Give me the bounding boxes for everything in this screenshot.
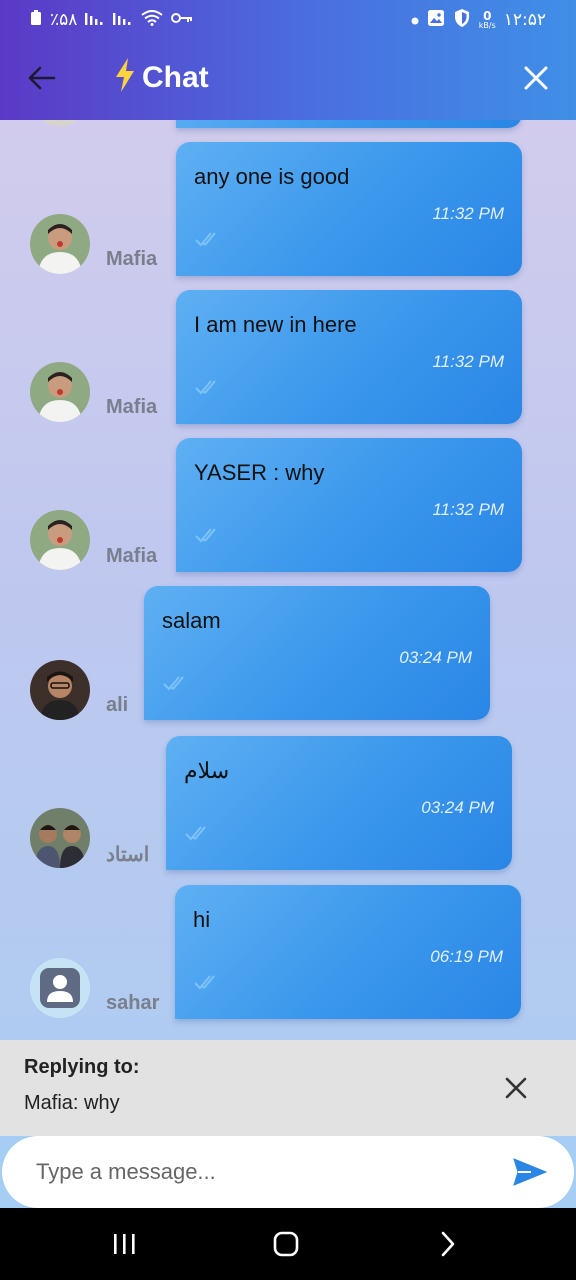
send-button[interactable]	[508, 1152, 552, 1192]
composer	[0, 1136, 576, 1208]
message-text: hi	[193, 907, 211, 932]
message-text: salam	[162, 608, 221, 633]
back-nav-button[interactable]	[428, 1226, 468, 1262]
avatar-default[interactable]	[30, 958, 90, 1018]
message-time: 11:32 PM	[432, 204, 504, 223]
reply-text: Mafia: why	[24, 1092, 120, 1114]
double-check-icon	[195, 232, 216, 247]
battery-icon	[30, 9, 42, 31]
status-time: ۱۲:۵۲	[503, 10, 546, 30]
sender-name: ali	[106, 694, 129, 716]
status-bar: ٪۵۸ 0 kB/s ۱۲:۵۲	[0, 0, 576, 40]
recents-button[interactable]	[104, 1226, 144, 1262]
double-check-icon	[195, 528, 216, 543]
avatar-ostad[interactable]	[30, 808, 90, 868]
gallery-icon	[427, 9, 445, 32]
status-left: ٪۵۸	[30, 9, 193, 31]
back-button[interactable]	[22, 58, 62, 98]
sender-name: Mafia	[106, 396, 158, 418]
message-time: 03:24 PM	[421, 798, 494, 817]
double-check-icon	[163, 676, 184, 691]
message-input[interactable]	[36, 1150, 476, 1194]
message-input-container	[2, 1136, 574, 1208]
avatar-ali[interactable]	[30, 660, 90, 720]
app-bar: Chat	[0, 44, 576, 112]
cancel-reply-button[interactable]	[496, 1068, 536, 1108]
top-bar: ٪۵۸ 0 kB/s ۱۲:۵۲ Chat	[0, 0, 576, 120]
avatar-mafia[interactable]	[30, 214, 90, 274]
key-icon	[171, 10, 193, 30]
message-list[interactable]: any one is good 11:32 PM Mafia I am new …	[0, 120, 576, 1040]
send-icon	[513, 1158, 547, 1186]
double-check-icon	[185, 826, 206, 841]
signal-icon	[85, 10, 105, 31]
net-speed: 0 kB/s	[478, 10, 496, 30]
message-text: سلام	[184, 758, 230, 783]
double-check-icon	[195, 380, 216, 395]
avatar-mafia[interactable]	[30, 362, 90, 422]
message-bubble[interactable]: I am new in here 11:32 PM	[176, 290, 522, 424]
message-time: 11:32 PM	[432, 500, 504, 519]
chevron-right-icon	[441, 1231, 455, 1257]
reply-preview: Replying to: Mafia: why	[0, 1040, 576, 1136]
message-text: any one is good	[194, 164, 350, 189]
message-text: I am new in here	[194, 312, 357, 337]
sender-name: استاد	[106, 844, 150, 866]
status-right: 0 kB/s ۱۲:۵۲	[411, 8, 546, 33]
recents-icon	[114, 1234, 135, 1254]
message-bubble[interactable]: any one is good 11:32 PM	[176, 142, 522, 276]
page-title-wrap: Chat	[114, 58, 209, 98]
message-bubble[interactable]: hi 06:19 PM	[175, 885, 521, 1019]
sender-name: Mafia	[106, 248, 158, 270]
arrow-left-icon	[28, 66, 56, 90]
dot-icon	[411, 10, 419, 30]
avatar-partial	[30, 120, 90, 126]
signal-icon	[113, 10, 133, 31]
lightning-icon	[114, 58, 136, 98]
message-bubble[interactable]: YASER : why 11:32 PM	[176, 438, 522, 572]
home-icon	[273, 1231, 299, 1257]
close-icon	[524, 66, 548, 90]
system-nav-bar	[0, 1208, 576, 1280]
message-bubble[interactable]: سلام 03:24 PM	[166, 736, 512, 870]
close-icon	[505, 1077, 527, 1099]
battery-level: ٪۵۸	[50, 10, 78, 30]
net-speed-unit: kB/s	[478, 20, 496, 30]
message-bubble[interactable]: salam 03:24 PM	[144, 586, 490, 720]
sender-name: sahar	[106, 992, 160, 1014]
message-time: 03:24 PM	[399, 648, 472, 667]
sender-name: Mafia	[106, 545, 158, 567]
avatar-mafia[interactable]	[30, 510, 90, 570]
wifi-icon	[141, 9, 164, 31]
home-button[interactable]	[266, 1226, 306, 1262]
page-title: Chat	[142, 61, 209, 94]
message-bubble-partial[interactable]	[176, 120, 522, 128]
message-time: 06:19 PM	[430, 947, 503, 966]
close-button[interactable]	[516, 58, 556, 98]
message-time: 11:32 PM	[432, 352, 504, 371]
shield-icon	[453, 8, 471, 33]
reply-title: Replying to:	[24, 1056, 140, 1078]
message-text: YASER : why	[194, 460, 325, 485]
double-check-icon	[194, 975, 215, 990]
